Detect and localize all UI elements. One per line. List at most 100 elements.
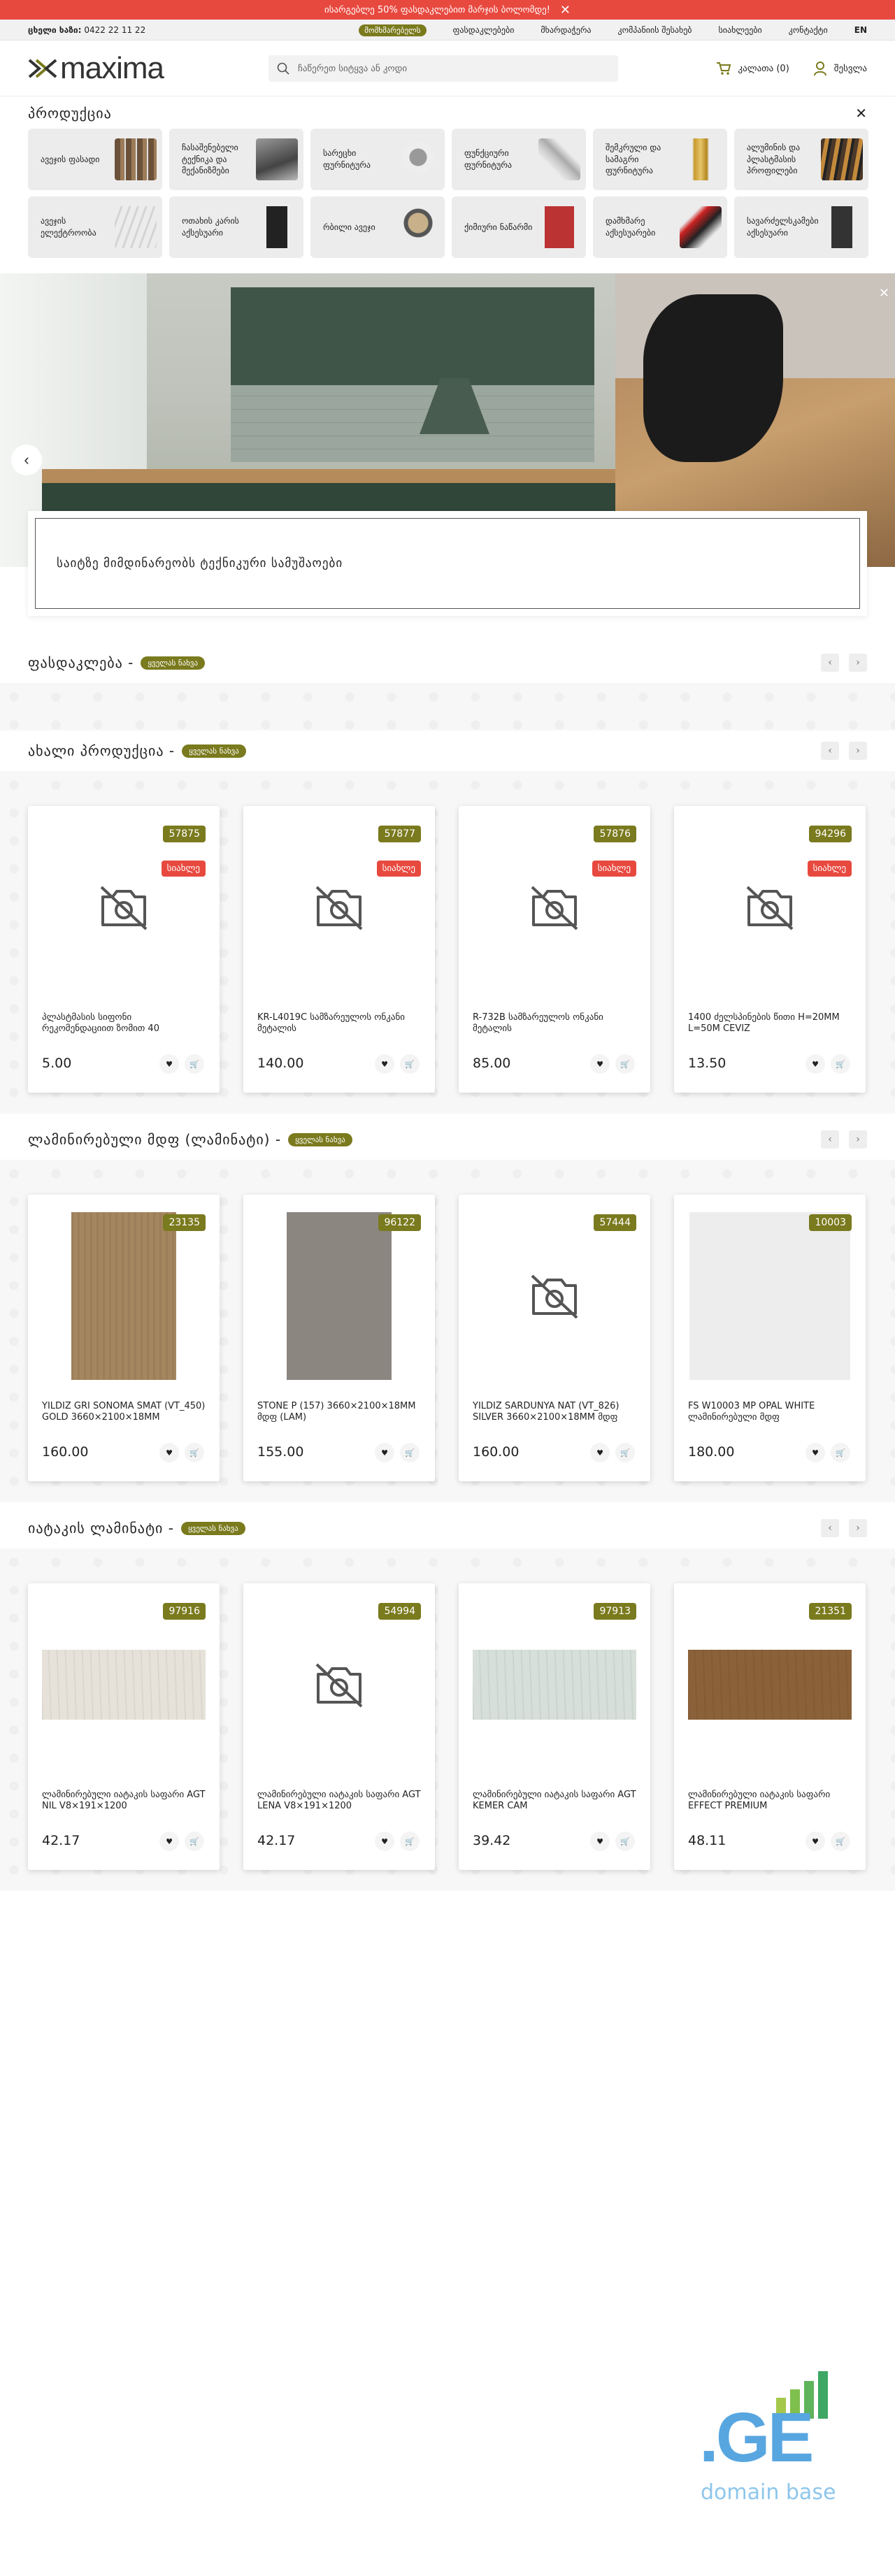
- product-image-area[interactable]: [688, 1209, 852, 1383]
- prev-arrow-icon[interactable]: ‹: [821, 1519, 839, 1537]
- product-card[interactable]: 57875 სიახლე პლასტმასის სიფონი რეკომენდაცი…: [28, 806, 220, 1093]
- close-icon[interactable]: ✕: [560, 3, 571, 17]
- category-door-accessories[interactable]: ოთახის კარის აქსესუარი: [169, 196, 303, 258]
- view-all-button[interactable]: ყველას ნახვა: [180, 1521, 245, 1535]
- category-profiles[interactable]: ალუმინის და პლასტმასის პროფილები: [734, 129, 868, 190]
- product-card[interactable]: 54994 ლამინირებული იატაკის საფარი AGT LEN…: [243, 1583, 435, 1870]
- nav-news[interactable]: სიახლეები: [719, 25, 762, 35]
- search-box[interactable]: ჩაწერეთ სიტყვა ან კოდი: [268, 55, 619, 82]
- cart-button[interactable]: კალათა (0): [716, 62, 789, 75]
- product-name[interactable]: ლამინირებული იატაკის საფარი AGT NIL V8×1…: [42, 1790, 206, 1813]
- product-name[interactable]: 1400 ძელსპინების წითი H=20MM L=50M CEVIZ: [688, 1012, 852, 1035]
- prev-arrow-icon[interactable]: ‹: [821, 742, 839, 760]
- view-all-button[interactable]: ყველას ნახვა: [182, 744, 246, 758]
- category-functional-fittings[interactable]: ფუნქციური ფურნიტურა: [452, 129, 586, 190]
- favorite-heart-icon[interactable]: ♥: [375, 1054, 394, 1074]
- nav-customers[interactable]: მომხმარებელს: [359, 24, 427, 36]
- add-to-cart-icon[interactable]: 🛒: [615, 1443, 635, 1462]
- product-image-area[interactable]: [688, 1597, 852, 1772]
- logo[interactable]: maxima: [28, 51, 164, 86]
- favorite-heart-icon[interactable]: ♥: [590, 1443, 610, 1462]
- slider-close-icon[interactable]: ✕: [879, 286, 889, 301]
- product-card[interactable]: 94296 სიახლე 1400 ძელსპინების წითი H=20MM …: [674, 806, 866, 1093]
- next-arrow-icon[interactable]: ›: [849, 1130, 867, 1149]
- product-name[interactable]: პლასტმასის სიფონი რეკომენდაციით ზომით 40: [42, 1012, 206, 1035]
- menu-close-icon[interactable]: ✕: [855, 105, 867, 122]
- product-card[interactable]: 10003 FS W10003 MP OPAL WHITE ლამინირებულ…: [674, 1195, 866, 1481]
- product-name[interactable]: YILDIZ GRI SONOMA SMAT (VT_450) GOLD 366…: [42, 1401, 206, 1424]
- product-name[interactable]: FS W10003 MP OPAL WHITE ლამინირებული მდფ: [688, 1401, 852, 1424]
- favorite-heart-icon[interactable]: ♥: [159, 1054, 179, 1074]
- product-image-area[interactable]: [42, 820, 206, 995]
- add-to-cart-icon[interactable]: 🛒: [831, 1054, 850, 1074]
- product-name[interactable]: KR-L4019C სამზარეულოს ონკანი მეტალის: [257, 1012, 421, 1035]
- category-joining-fittings[interactable]: შემკრული და სამაგრი ფურნიტურა: [593, 129, 727, 190]
- product-card[interactable]: 21351 ლამინირებული იატაკის საფარი EFFECT …: [674, 1583, 866, 1870]
- product-card[interactable]: 23135 YILDIZ GRI SONOMA SMAT (VT_450) GOL…: [28, 1195, 220, 1481]
- favorite-heart-icon[interactable]: ♥: [159, 1443, 179, 1462]
- prev-arrow-icon[interactable]: ‹: [821, 1130, 839, 1149]
- product-image-area[interactable]: [688, 820, 852, 995]
- next-arrow-icon[interactable]: ›: [849, 742, 867, 760]
- product-image-area[interactable]: [473, 820, 636, 995]
- add-to-cart-icon[interactable]: 🛒: [615, 1832, 635, 1851]
- favorite-heart-icon[interactable]: ♥: [375, 1443, 394, 1462]
- prev-arrow-icon[interactable]: ‹: [821, 654, 839, 672]
- product-card[interactable]: 57877 სიახლე KR-L4019C სამზარეულოს ონკანი …: [243, 806, 435, 1093]
- product-name[interactable]: R-732B სამზარეულოს ონკანი მეტალის: [473, 1012, 636, 1035]
- product-card[interactable]: 57876 სიახლე R-732B სამზარეულოს ონკანი მეტ…: [459, 806, 650, 1093]
- add-to-cart-icon[interactable]: 🛒: [185, 1054, 204, 1074]
- product-image-area[interactable]: [42, 1209, 206, 1383]
- nav-discounts[interactable]: ფასდაკლებები: [453, 25, 515, 35]
- product-card[interactable]: 97913 ლამინირებული იატაკის საფარი AGT KEM…: [459, 1583, 650, 1870]
- product-name[interactable]: ლამინირებული იატაკის საფარი AGT LENA V8×…: [257, 1790, 421, 1813]
- product-image-area[interactable]: [473, 1209, 636, 1383]
- language-switch[interactable]: EN: [854, 25, 867, 35]
- category-soft-furniture[interactable]: რბილი ავეჯი: [310, 196, 445, 258]
- product-name[interactable]: ლამინირებული იატაკის საფარი EFFECT PREMI…: [688, 1790, 852, 1813]
- add-to-cart-icon[interactable]: 🛒: [400, 1054, 420, 1074]
- favorite-heart-icon[interactable]: ♥: [590, 1054, 610, 1074]
- add-to-cart-icon[interactable]: 🛒: [400, 1832, 420, 1851]
- category-furniture-facade[interactable]: ავეჯის ფასადი: [28, 129, 162, 190]
- product-name[interactable]: ლამინირებული იატაკის საფარი AGT KEMER CA…: [473, 1790, 636, 1813]
- nav-contact[interactable]: კონტაქტი: [789, 25, 828, 35]
- hotline-number[interactable]: 0422 22 11 22: [84, 25, 145, 35]
- add-to-cart-icon[interactable]: 🛒: [400, 1443, 420, 1462]
- product-card[interactable]: 96122 STONE P (157) 3660×2100×18MM მდფ (L…: [243, 1195, 435, 1481]
- add-to-cart-icon[interactable]: 🛒: [185, 1832, 204, 1851]
- product-image-area[interactable]: [257, 1597, 421, 1772]
- view-all-button[interactable]: ყველას ნახვა: [141, 656, 206, 670]
- favorite-heart-icon[interactable]: ♥: [806, 1443, 825, 1462]
- favorite-heart-icon[interactable]: ♥: [806, 1054, 825, 1074]
- slider-prev-button[interactable]: ‹: [11, 445, 42, 475]
- category-sink-fittings[interactable]: სარეცხი ფურნიტურა: [310, 129, 445, 190]
- next-arrow-icon[interactable]: ›: [849, 654, 867, 672]
- category-auxiliary[interactable]: დამხმარე აქსესუარები: [593, 196, 727, 258]
- favorite-heart-icon[interactable]: ♥: [590, 1832, 610, 1851]
- product-card[interactable]: 97916 ლამინირებული იატაკის საფარი AGT NIL…: [28, 1583, 220, 1870]
- product-name[interactable]: STONE P (157) 3660×2100×18MM მდფ (LAM): [257, 1401, 421, 1424]
- login-button[interactable]: შესვლა: [813, 61, 867, 76]
- category-electrical[interactable]: ავეჯის ელექტროობა: [28, 196, 162, 258]
- product-image-area[interactable]: [257, 820, 421, 995]
- nav-about[interactable]: კომპანიის შესახებ: [617, 25, 692, 35]
- add-to-cart-icon[interactable]: 🛒: [185, 1443, 204, 1462]
- favorite-heart-icon[interactable]: ♥: [806, 1832, 825, 1851]
- category-office-chairs[interactable]: სავარძელსკამები აქსესუარი: [734, 196, 868, 258]
- category-chemicals[interactable]: ქიმიური ნაწარმი: [452, 196, 586, 258]
- domain-base-logo[interactable]: .GE domain base: [692, 2370, 853, 2538]
- add-to-cart-icon[interactable]: 🛒: [615, 1054, 635, 1074]
- add-to-cart-icon[interactable]: 🛒: [831, 1443, 850, 1462]
- view-all-button[interactable]: ყველას ნახვა: [288, 1132, 352, 1146]
- product-image-area[interactable]: [42, 1597, 206, 1772]
- favorite-heart-icon[interactable]: ♥: [375, 1832, 394, 1851]
- product-card[interactable]: 57444 YILDIZ SARDUNYA NAT (VT_826) SILVER…: [459, 1195, 650, 1481]
- product-image-area[interactable]: [257, 1209, 421, 1383]
- next-arrow-icon[interactable]: ›: [849, 1519, 867, 1537]
- add-to-cart-icon[interactable]: 🛒: [831, 1832, 850, 1851]
- category-builtin-tech[interactable]: ჩასაშენებელი ტექნიკა და მექანიზმები: [169, 129, 303, 190]
- nav-support[interactable]: მხარდაჭერა: [540, 25, 591, 35]
- product-image-area[interactable]: [473, 1597, 636, 1772]
- favorite-heart-icon[interactable]: ♥: [159, 1832, 179, 1851]
